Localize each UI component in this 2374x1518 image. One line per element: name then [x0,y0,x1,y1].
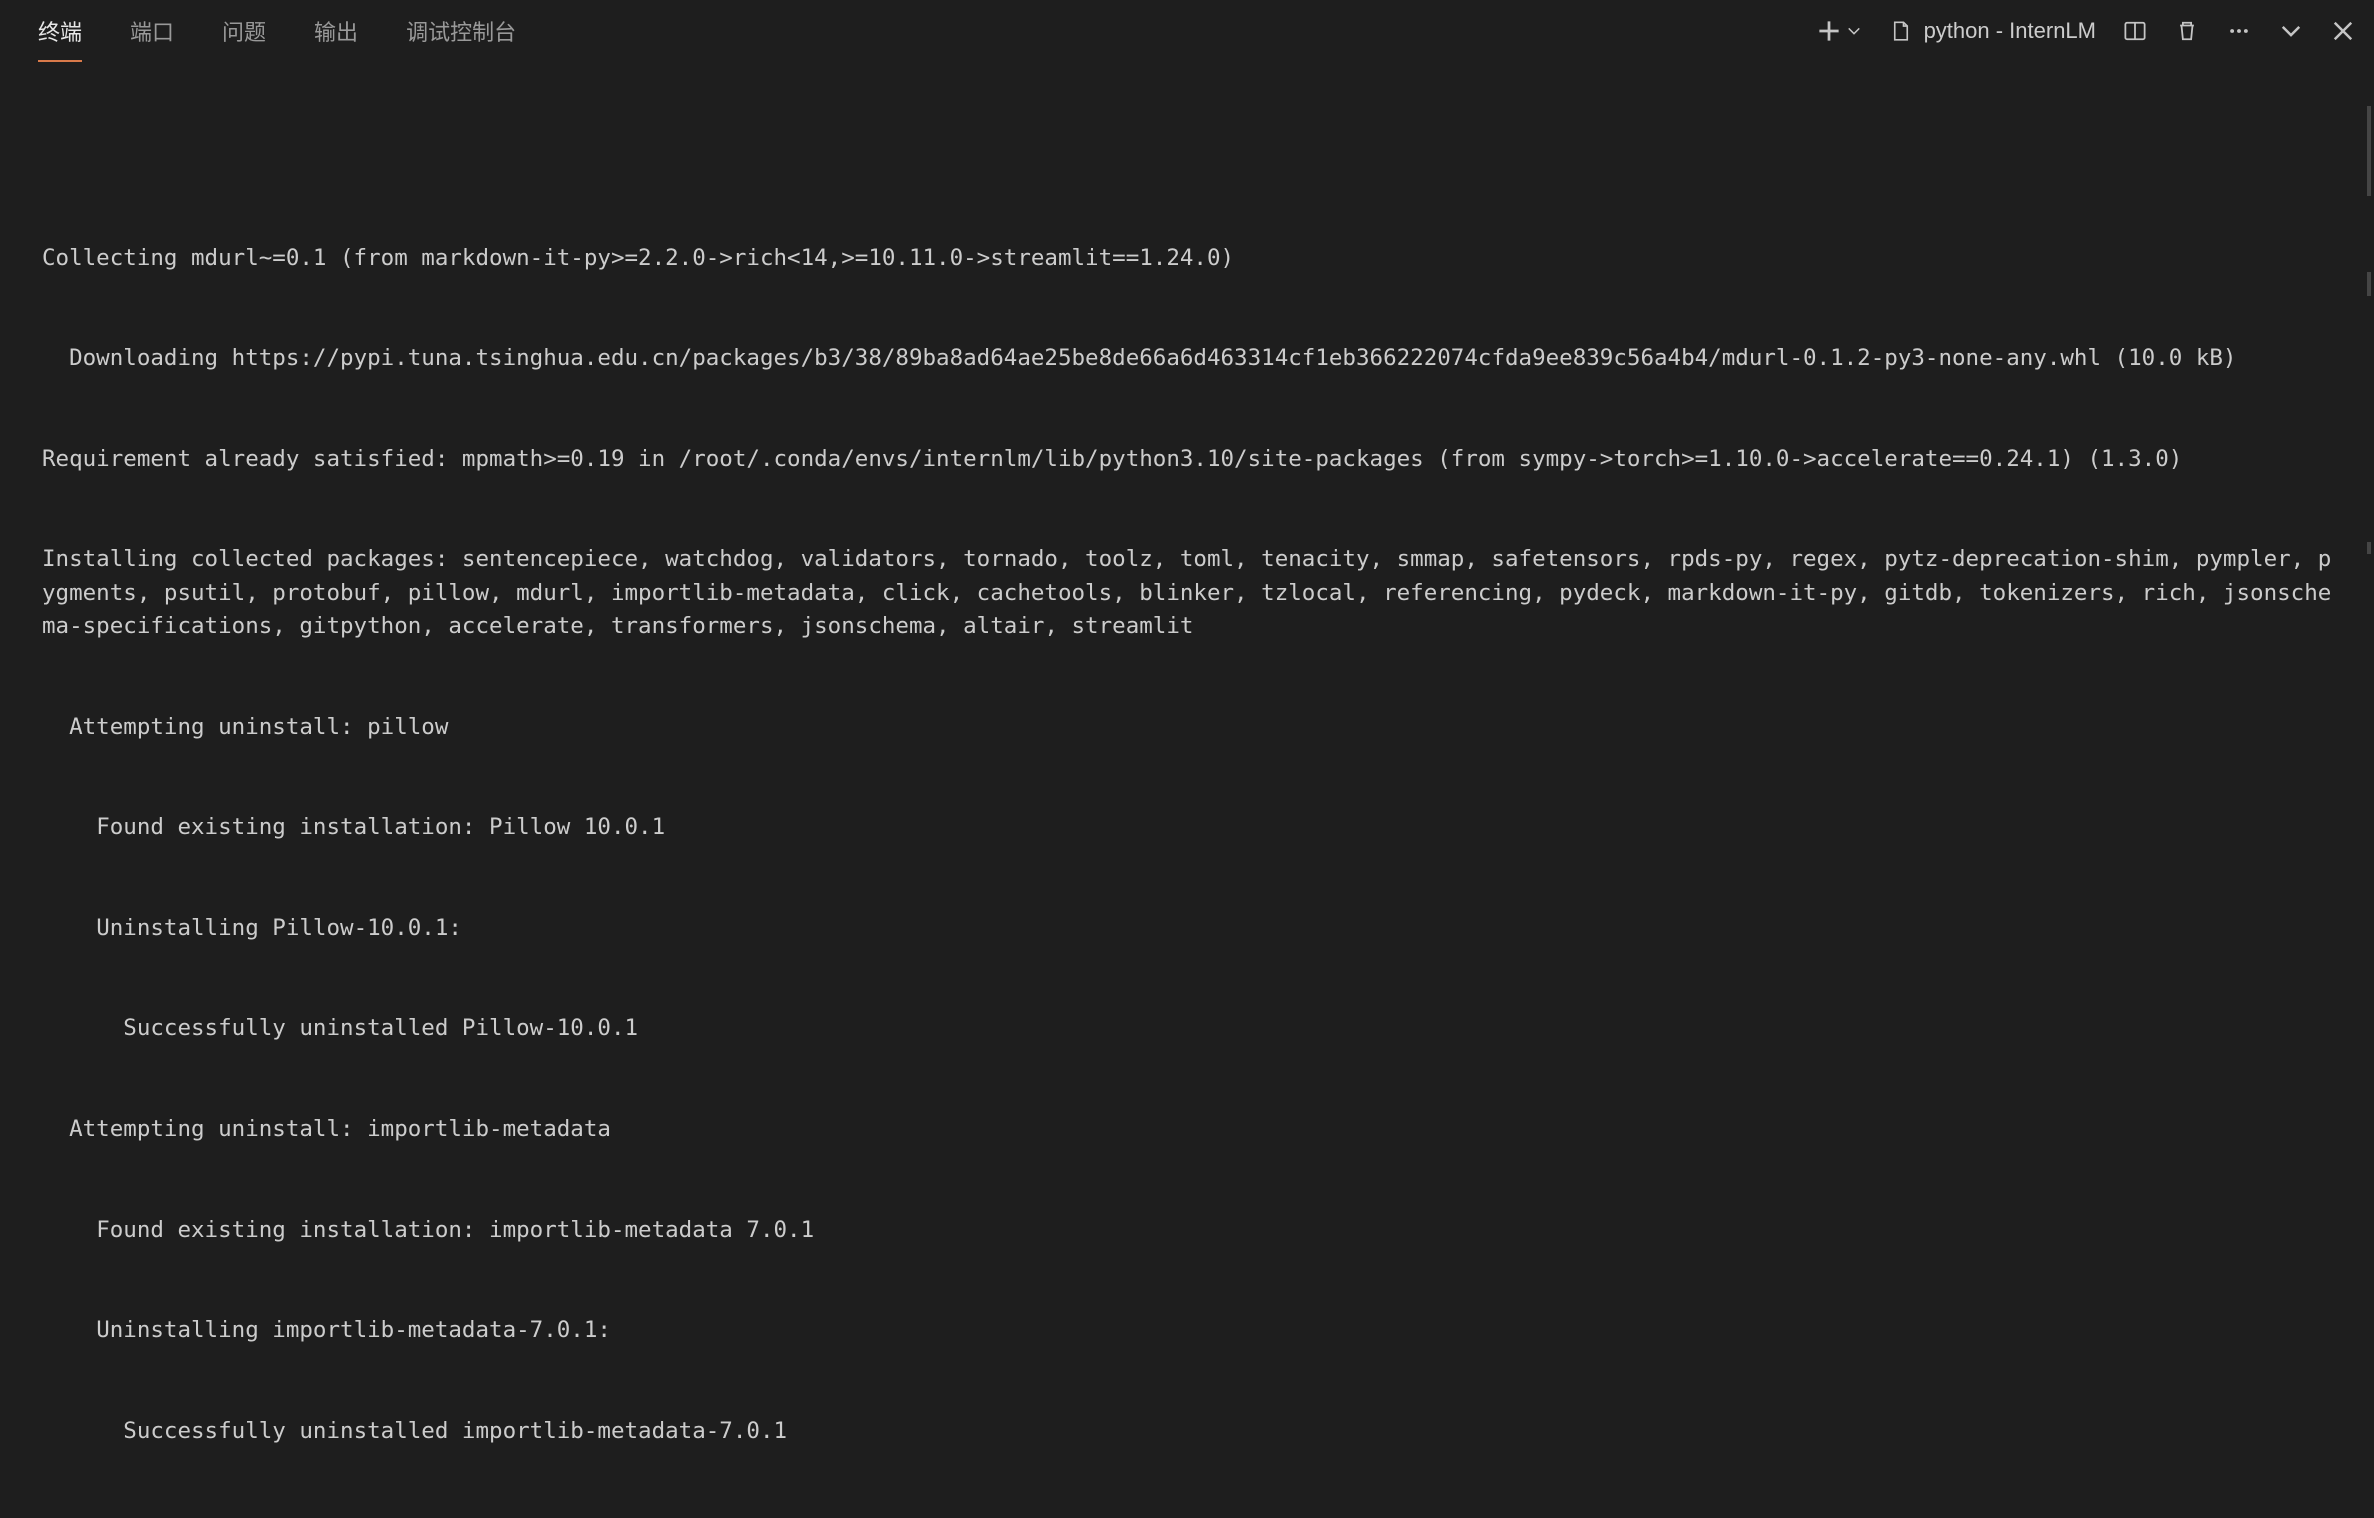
panel-tabs: 终端 端口 问题 输出 调试控制台 [38,0,516,62]
scroll-marker [2367,272,2371,296]
scroll-marker [2367,542,2371,554]
file-icon [1888,18,1914,44]
chevron-down-collapse-icon[interactable] [2278,18,2304,44]
tab-output[interactable]: 输出 [314,0,358,62]
terminal-output[interactable]: Collecting mdurl~=0.1 (from markdown-it-… [0,62,2374,1518]
output-line: Requirement already satisfied: mpmath>=0… [42,443,2342,477]
output-line: Installing collected packages: sentencep… [42,543,2342,644]
tab-ports[interactable]: 端口 [130,0,174,62]
scroll-marker [2367,106,2371,196]
more-icon[interactable] [2226,18,2252,44]
output-line: Uninstalling Pillow-10.0.1: [42,912,2342,946]
output-line: Found existing installation: Pillow 10.0… [42,811,2342,845]
output-line: Found existing installation: importlib-m… [42,1214,2342,1248]
new-terminal-icon[interactable] [1816,18,1842,44]
output-line: Uninstalling importlib-metadata-7.0.1: [42,1314,2342,1348]
terminal-session-picker[interactable]: python - InternLM [1888,18,2096,44]
terminal-panel: 终端 端口 问题 输出 调试控制台 python - InternLM [0,0,2374,1518]
tab-terminal[interactable]: 终端 [38,0,82,62]
output-line: Attempting uninstall: pillow [42,711,2342,745]
tab-debug-console[interactable]: 调试控制台 [406,0,516,62]
tab-problems[interactable]: 问题 [222,0,266,62]
output-line: Successfully uninstalled Pillow-10.0.1 [42,1012,2342,1046]
output-line: Successfully uninstalled importlib-metad… [42,1415,2342,1449]
chevron-down-icon[interactable] [1846,18,1862,44]
trash-icon[interactable] [2174,18,2200,44]
panel-actions: python - InternLM [1816,18,2356,44]
output-line: Collecting mdurl~=0.1 (from markdown-it-… [42,242,2342,276]
session-label-text: python - InternLM [1924,18,2096,44]
split-terminal-icon[interactable] [2122,18,2148,44]
output-line: Downloading https://pypi.tuna.tsinghua.e… [42,342,2342,376]
close-icon[interactable] [2330,18,2356,44]
output-line: Attempting uninstall: importlib-metadata [42,1113,2342,1147]
panel-header: 终端 端口 问题 输出 调试控制台 python - InternLM [0,0,2374,62]
